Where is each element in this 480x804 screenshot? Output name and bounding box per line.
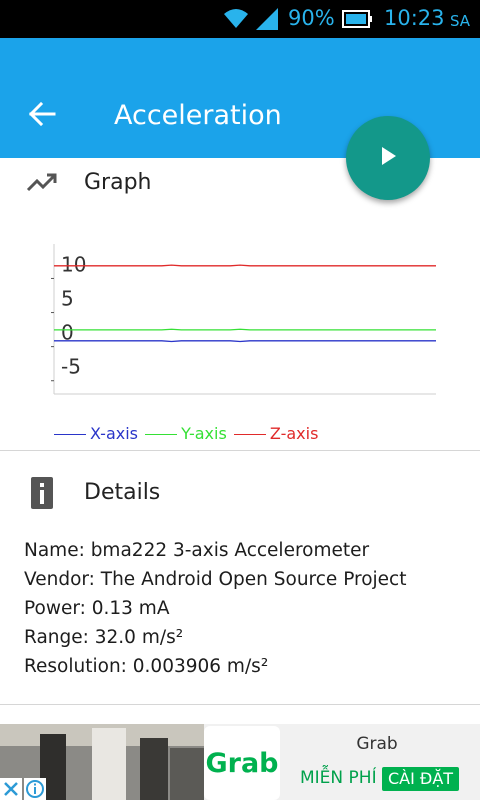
play-icon (377, 145, 399, 171)
acceleration-chart: 10 5 0 -5 (40, 236, 440, 398)
battery-icon (342, 10, 372, 32)
legend-x-axis: X-axis (54, 424, 138, 443)
details-section-header: Details (0, 468, 480, 518)
info-icon (30, 476, 54, 514)
ad-app-name[interactable]: Grab (300, 734, 454, 754)
ad-close-button[interactable] (0, 778, 22, 800)
arrow-left-icon (28, 101, 56, 130)
detail-vendor: Vendor: The Android Open Source Project (24, 569, 407, 590)
detail-resolution: Resolution: 0.003906 m/s² (24, 656, 269, 677)
play-button[interactable] (346, 116, 430, 200)
clock: 10:23 (384, 6, 445, 30)
series-line-y-axis (54, 328, 436, 331)
legend-z-axis: Z-axis (233, 424, 319, 443)
ad-info-button[interactable] (24, 778, 46, 800)
legend-x-label: X-axis (90, 424, 138, 443)
detail-name: Name: bma222 3-axis Accelerometer (24, 540, 370, 561)
details-heading: Details (84, 480, 161, 505)
legend-x-swatch (54, 434, 86, 435)
chart-legend: X-axis Y-axis Z-axis (54, 424, 320, 443)
info-circle-icon (24, 778, 46, 804)
series-line-z-axis (54, 264, 436, 267)
ad-install-button[interactable]: CÀI ĐẶT (382, 767, 460, 791)
clock-ampm: SA (450, 12, 471, 30)
ad-logo[interactable]: Grab (204, 726, 280, 800)
y-tick-label: -5 (61, 355, 81, 379)
close-icon (0, 778, 22, 804)
divider-bottom (0, 704, 480, 705)
graph-heading: Graph (84, 170, 152, 195)
signal-icon (254, 8, 280, 34)
wifi-icon (222, 6, 250, 34)
details-list: Name: bma222 3-axis Accelerometer Vendor… (24, 536, 406, 681)
y-tick-label: 10 (61, 252, 86, 276)
trending-up-icon (26, 170, 58, 198)
legend-z-label: Z-axis (269, 424, 319, 443)
y-tick-label: 5 (61, 287, 74, 311)
page-title: Acceleration (114, 100, 282, 131)
divider-top (0, 450, 480, 451)
legend-y-swatch (145, 434, 178, 435)
detail-power: Power: 0.13 mA (24, 598, 170, 619)
back-button[interactable] (20, 94, 64, 138)
battery-percent: 90% (288, 6, 335, 30)
legend-y-axis: Y-axis (145, 424, 227, 443)
chart-svg: 1050-5 (51, 244, 436, 395)
detail-range: Range: 32.0 m/s² (24, 627, 184, 648)
legend-y-label: Y-axis (181, 424, 227, 443)
status-bar: 90% 10:23 SA (0, 0, 480, 38)
ad-free-label: MIỄN PHÍ (300, 768, 377, 788)
series-line-x-axis (54, 340, 436, 343)
legend-z-swatch (233, 434, 266, 435)
